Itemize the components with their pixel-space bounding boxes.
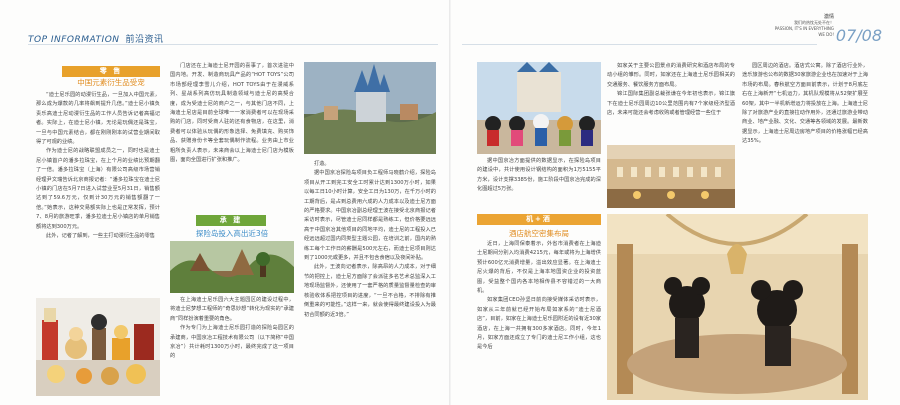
tagline-en-2: WE DO! xyxy=(818,32,834,37)
article-column-3: 打造。 据中国京冶探险岛项目负工程师马晓鹤介绍，探险岛项目从开工到完工安全工时累… xyxy=(304,160,436,400)
paragraph: 近日，上海同保泰着示，外省市消费者在上海迪士尼期间分别入均消费4215元，每年或… xyxy=(477,241,601,295)
section-bar-hotel-air: 机+酒 xyxy=(477,214,601,225)
article-column-5: 如家关于主要公园景点的消费研究和酒店布局的专动小组的雏形。同时，如家还在上海迪士… xyxy=(607,62,735,142)
section-bar-construction: 承 建 xyxy=(196,215,266,226)
page-gutter xyxy=(449,0,451,405)
adventure-isle-illustration xyxy=(170,241,294,293)
adventure-isle-photo xyxy=(170,241,294,293)
header-rule-left xyxy=(28,44,438,45)
article-column-2-top: 门店还在上海迪士尼开园的喜事了，首次进驻中国内地。开发、制造商玩具产品的“HOT… xyxy=(170,62,294,210)
section-title-retail: 中国元素衍生品受宠 xyxy=(77,78,145,87)
crafts-photo xyxy=(36,298,160,396)
characters-castle-photo xyxy=(477,62,601,154)
paragraph: 此外，王波向记者表示，除高昂的人力成本，对于细节的把控上，迪士尼方面除了会派驻多… xyxy=(304,264,436,318)
hotel-lobby-illustration xyxy=(607,214,868,400)
column-4-caption: 据中国京冶方面提供的数据显示，在探险岛项目的建设中，共计使用设计钢结构的面积为1… xyxy=(477,157,601,207)
hotel-exterior-illustration xyxy=(607,145,735,208)
paragraph: 据中国京冶方面提供的数据显示，在探险岛项目的建设中，共计使用设计钢结构的面积为1… xyxy=(477,158,601,193)
crafts-illustration xyxy=(36,308,160,396)
paragraph: 打造。 xyxy=(314,161,330,167)
paragraph: 园区周边的酒店。酒店式公寓。除了酒店行业外，途乐旅游也公布的数据30家旅游企业也… xyxy=(742,63,868,145)
magazine-spread: TOP INFORMATION 前沿资讯 激情 我们的热忱无处不在！ PASSIO… xyxy=(0,0,900,405)
paragraph: 作为专门为上海迪士尼乐园打造的探险岛园区的承建商，中国京冶工程技术有限公司（以下… xyxy=(170,325,294,360)
article-column-2-bottom: 在上海迪士尼乐园六大主题园区的建设过程中，将迪士尼梦想工程师的“奇思妙想”转化为… xyxy=(170,296,294,400)
header-rule-right xyxy=(462,44,817,45)
hotel-exterior-photo xyxy=(607,145,735,208)
article-column-4: 近日，上海同保泰着示，外省市消费者在上海迪士尼期间分别入均消费4215元，每年或… xyxy=(477,240,601,400)
hotel-lobby-photo xyxy=(607,214,868,400)
paragraph: 门店还在上海迪士尼开园的喜事了，首次进驻中国内地。开发、制造商玩具产品的“HOT… xyxy=(170,63,294,164)
paragraph: 此外，记者了解到，一些主打动漫衍生品的零售 xyxy=(46,233,155,240)
page-numbers: 07/08 xyxy=(835,26,882,45)
paragraph: 如家集团CEO孙坚日前向接受媒体采访时表示，如家从三年前就已经开始布局如家系的“… xyxy=(477,297,601,351)
section-title-construction: 探险岛投入高出近3倍 xyxy=(195,229,269,238)
castle-aerial-photo xyxy=(304,62,436,154)
section-bar-retail: 零 售 xyxy=(62,66,160,77)
paragraph: 锦江国际集团副总裁张谦在今年初也表示，锦江旗下在迪士尼乐园周边10公里范围内有7… xyxy=(607,91,735,117)
castle-illustration xyxy=(304,62,436,154)
article-column-1: “迪士尼乐园的动漫衍生品，一旦加入中国元素，那么成为爆款的几率将飙到提升几倍。”… xyxy=(36,91,160,299)
article-column-6: 园区周边的酒店。酒店式公寓。除了酒店行业外，途乐旅游也公布的数据30家旅游企业也… xyxy=(742,62,868,212)
paragraph: 在上海迪士尼乐园六大主题园区的建设过程中，将迪士尼梦想工程师的“奇思妙想”转化为… xyxy=(170,297,294,322)
paragraph: “迪士尼乐园的动漫衍生品，一旦加入中国元素，那么成为爆款的几率将飙到提升几倍。”… xyxy=(36,92,160,146)
paragraph: 据中国京冶探险岛项目负工程师马晓鹤介绍，探险岛项目从开工到完工安全工时累计达到1… xyxy=(304,170,436,262)
paragraph: 如家关于主要公园景点的消费研究和酒店布局的专动小组的雏形。同时，如家还在上海迪士… xyxy=(607,63,735,88)
paragraph: 作为迪士尼的战略联盟成员之一，同时也是迪士尼小镇首户的潘多拉珠宝，在上个月的业绩… xyxy=(36,148,160,230)
section-title-hotel-air: 酒店航空密集布局 xyxy=(509,229,569,238)
page-tagline-block: 激情 我们的热忱无处不在！ PASSION, IT'S IN EVERYTHIN… xyxy=(762,14,882,45)
characters-illustration xyxy=(477,62,601,154)
